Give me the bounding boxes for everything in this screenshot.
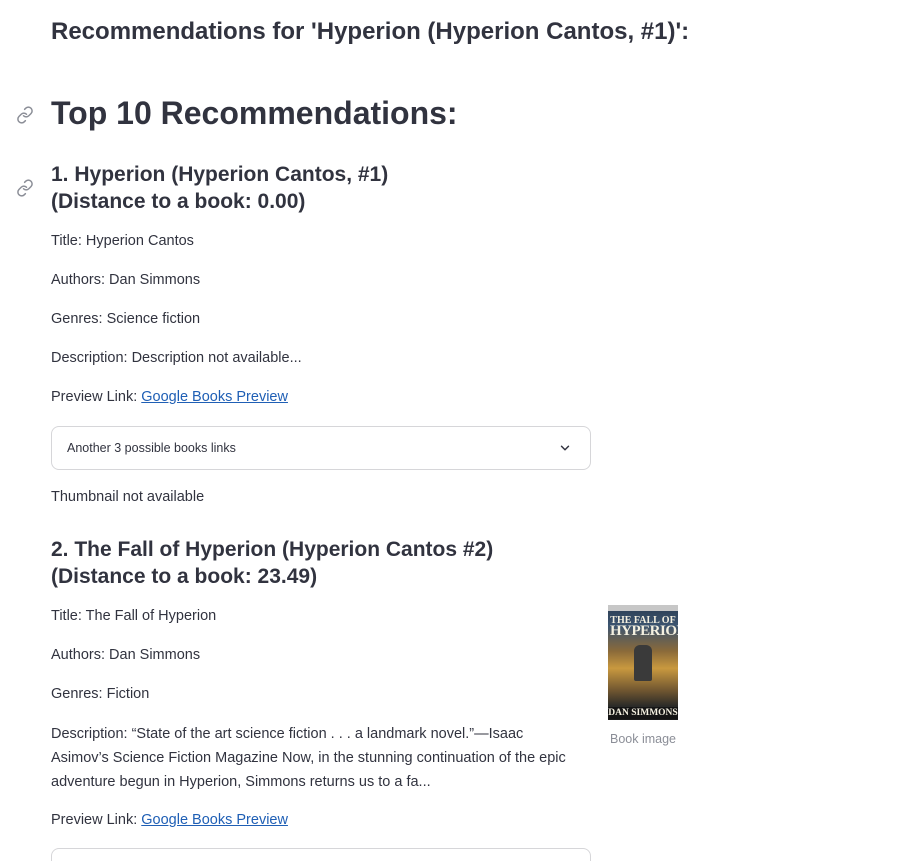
preview-label: Preview Link: [51, 812, 142, 828]
book-genres: Genres: Fiction [51, 686, 150, 702]
section-title: Top 10 Recommendations: [51, 95, 458, 131]
recommendation-heading: 2. The Fall of Hyperion (Hyperion Cantos… [51, 536, 493, 590]
preview-label: Preview Link: [51, 389, 142, 405]
cover-title-large: HYPERION [610, 623, 678, 639]
google-books-preview-link[interactable]: Google Books Preview [141, 812, 288, 828]
link-icon[interactable] [16, 179, 34, 197]
page: Recommendations for 'Hyperion (Hyperion … [0, 0, 911, 861]
recommendation-title: 1. Hyperion (Hyperion Cantos, #1) [51, 163, 389, 186]
google-books-preview-link[interactable]: Google Books Preview [141, 389, 288, 405]
book-preview: Preview Link: Google Books Preview [51, 812, 288, 828]
recommendation-distance: (Distance to a book: 23.49) [51, 565, 318, 588]
book-genres: Genres: Science fiction [51, 311, 201, 327]
chevron-down-icon [558, 441, 572, 455]
book-title: Title: Hyperion Cantos [51, 233, 194, 249]
book-authors: Authors: Dan Simmons [51, 272, 201, 288]
book-preview: Preview Link: Google Books Preview [51, 389, 288, 405]
cover-figure [634, 645, 652, 681]
image-caption: Book image [609, 732, 676, 746]
cover-title: THE FALL OF HYPERION [610, 615, 678, 639]
book-thumbnail: THE FALL OF HYPERION DAN SIMMONS Book im… [608, 605, 678, 746]
thumbnail-unavailable: Thumbnail not available [51, 489, 205, 505]
more-books-expander[interactable] [51, 848, 591, 861]
link-icon[interactable] [16, 106, 34, 124]
recommendation-distance: (Distance to a book: 0.00) [51, 190, 306, 213]
recommendation-heading: 1. Hyperion (Hyperion Cantos, #1) (Dista… [51, 161, 388, 215]
recommendation-title: 2. The Fall of Hyperion (Hyperion Cantos… [51, 538, 494, 561]
book-description: Description: “State of the art science f… [51, 726, 566, 790]
recommendations-header: Recommendations for 'Hyperion (Hyperion … [51, 18, 690, 45]
cover-banner [608, 605, 678, 611]
book-description: Description: Description not available..… [51, 350, 302, 366]
book-title: Title: The Fall of Hyperion [51, 608, 217, 624]
more-books-expander[interactable]: Another 3 possible books links [51, 426, 591, 470]
cover-author: DAN SIMMONS [608, 707, 678, 719]
book-authors: Authors: Dan Simmons [51, 647, 201, 663]
expander-label: Another 3 possible books links [67, 441, 236, 455]
book-cover-image: THE FALL OF HYPERION DAN SIMMONS [608, 605, 678, 720]
